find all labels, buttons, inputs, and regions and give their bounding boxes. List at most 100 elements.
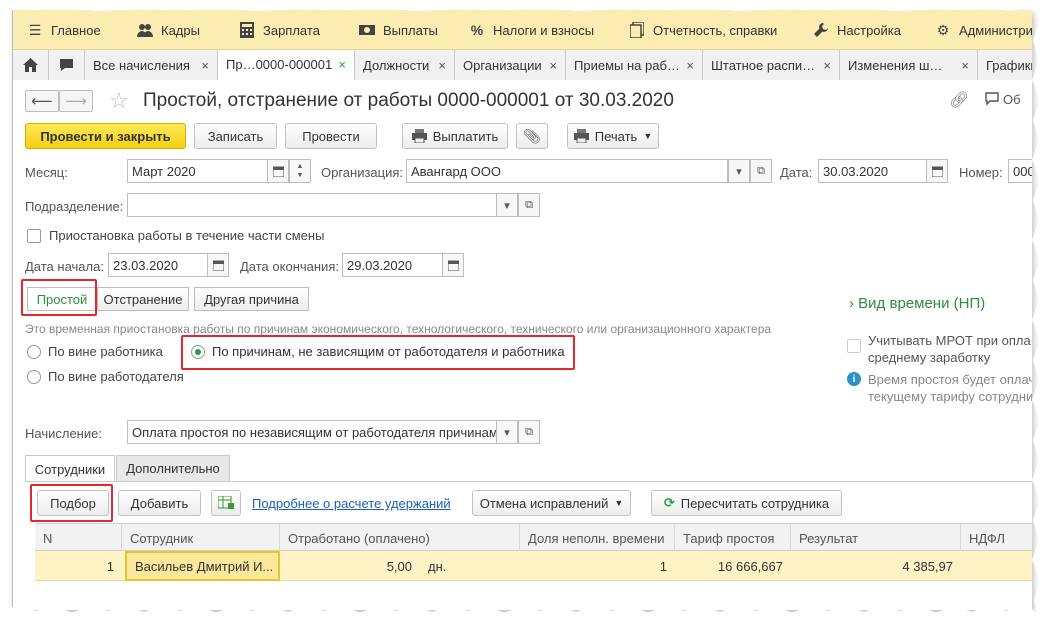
tab-current-document[interactable]: Пр…0000-000001 × — [218, 50, 355, 81]
tab-positions[interactable]: Должности × — [355, 50, 455, 80]
cell-worked[interactable]: 5,00 — [280, 551, 420, 581]
back-button[interactable]: ⟵ — [25, 90, 59, 112]
add-button[interactable]: Добавить — [118, 490, 201, 516]
column-header-ndfl[interactable]: НДФЛ — [961, 524, 1032, 552]
close-icon[interactable]: × — [955, 58, 969, 73]
menu-item-taxes[interactable]: % Налоги и взносы — [469, 10, 594, 50]
accrual-dropdown-button[interactable]: ▾ — [496, 420, 518, 444]
close-icon[interactable]: × — [332, 57, 346, 72]
radio-employee-fault[interactable] — [27, 345, 41, 359]
close-icon[interactable]: × — [680, 58, 694, 73]
highlight-frame — [30, 484, 113, 522]
column-header-worked[interactable]: Отработано (оплачено) — [280, 524, 520, 552]
cell-share[interactable]: 1 — [520, 551, 675, 581]
start-date-field[interactable]: 23.03.2020 — [108, 253, 208, 277]
paperclip-icon: 📎︎ — [523, 127, 541, 144]
end-date-calendar-button[interactable] — [442, 253, 464, 277]
highlight-frame — [181, 335, 575, 370]
dropdown-arrow-icon: ▾ — [736, 165, 742, 178]
stepper-up-icon[interactable]: ▲ — [297, 162, 304, 171]
home-icon — [23, 58, 38, 72]
tab-employees[interactable]: Сотрудники — [25, 455, 115, 482]
division-dropdown-button[interactable]: ▾ — [496, 193, 518, 217]
cell-tariff[interactable]: 16 666,667 — [675, 551, 791, 581]
home-tab[interactable] — [13, 50, 49, 80]
tab-hirings[interactable]: Приемы на раб… × — [566, 50, 703, 80]
org-dropdown-button[interactable]: ▾ — [728, 159, 750, 183]
close-icon[interactable]: × — [817, 58, 831, 73]
messages-tab[interactable] — [49, 50, 85, 80]
arrow-left-icon: ⟵ — [31, 93, 53, 110]
link-icon[interactable]: 🔗︎ — [949, 90, 969, 110]
stepper-down-icon[interactable]: ▼ — [297, 171, 304, 180]
tab-staffing-changes[interactable]: Изменения ш… × — [840, 50, 978, 80]
menu-item-reports[interactable]: Отчетность, справки — [629, 10, 777, 50]
org-field[interactable]: Авангард ООО — [406, 159, 728, 183]
tab-staffing[interactable]: Штатное распи… × — [703, 50, 840, 80]
table-row[interactable]: 1 Васильев Дмитрий И... 5,00 дн. 1 16 66… — [35, 551, 1032, 581]
segment-other-reason[interactable]: Другая причина — [194, 287, 309, 311]
pay-button[interactable]: Выплатить — [402, 123, 508, 149]
cell-n[interactable]: 1 — [35, 551, 122, 581]
menu-item-payments[interactable]: Выплаты — [359, 10, 438, 50]
attach-button[interactable]: 📎︎ — [516, 123, 548, 149]
cell-unit: дн. — [428, 558, 447, 574]
menu-item-salary[interactable]: Зарплата — [239, 10, 320, 50]
table-settings-button[interactable] — [211, 490, 241, 516]
menu-item-hr[interactable]: Кадры — [137, 10, 200, 50]
column-header-n[interactable]: N — [35, 524, 122, 552]
month-field[interactable]: Март 2020 — [127, 159, 269, 183]
post-and-close-button[interactable]: Провести и закрыть — [25, 123, 186, 149]
discuss-button[interactable]: Об — [985, 92, 1021, 107]
division-field[interactable] — [127, 193, 497, 217]
cancel-fixes-button[interactable]: Отмена исправлений ▼ — [472, 490, 631, 516]
column-header-result[interactable]: Результат — [791, 524, 961, 552]
column-header-employee[interactable]: Сотрудник — [122, 524, 280, 552]
favorite-star-icon[interactable]: ☆ — [109, 88, 129, 114]
post-button[interactable]: Провести — [285, 123, 377, 149]
percent-icon: % — [470, 22, 484, 38]
menu-item-admin[interactable]: ⚙ Администри — [935, 10, 1032, 50]
accrual-open-button[interactable]: ⧉ — [518, 420, 540, 444]
menu-item-main[interactable]: ☰ Главное — [27, 10, 101, 50]
segment-suspension[interactable]: Отстранение — [97, 287, 189, 311]
recalc-employee-button[interactable]: ⟳ Пересчитать сотрудника — [651, 490, 842, 516]
column-header-share[interactable]: Доля неполн. времени — [520, 524, 675, 552]
printer-pay-icon — [411, 129, 427, 143]
close-icon[interactable]: × — [432, 58, 446, 73]
tab-additional[interactable]: Дополнительно — [116, 455, 230, 481]
column-header-tariff[interactable]: Тариф простоя — [675, 524, 791, 552]
accrual-field[interactable]: Оплата простоя по независящим от работод… — [127, 420, 497, 444]
print-button[interactable]: Печать ▼ — [567, 123, 659, 149]
cell-result[interactable]: 4 385,97 — [791, 551, 961, 581]
radio-employer-fault[interactable] — [27, 370, 41, 384]
menu-item-label: Главное — [51, 22, 101, 38]
calendar-button[interactable] — [267, 159, 289, 183]
partial-shift-checkbox[interactable] — [27, 229, 41, 243]
close-icon[interactable]: × — [543, 58, 557, 73]
org-open-button[interactable]: ⧉ — [750, 159, 772, 183]
forward-button[interactable]: ⟶ — [59, 90, 93, 112]
date-field[interactable]: 30.03.2020 — [818, 159, 928, 183]
division-open-button[interactable]: ⧉ — [518, 193, 540, 217]
radio-label: По вине работника — [48, 344, 163, 359]
tab-organizations[interactable]: Организации × — [455, 50, 566, 80]
tab-all-accruals[interactable]: Все начисления × — [85, 50, 218, 80]
deductions-details-link[interactable]: Подробнее о расчете удержаний — [252, 496, 451, 511]
tab-schedules[interactable]: Графики — [978, 50, 1032, 80]
save-button[interactable]: Записать — [194, 123, 277, 149]
month-stepper[interactable]: ▲ ▼ — [289, 159, 311, 183]
date-calendar-button[interactable] — [926, 159, 948, 183]
cell-ndfl[interactable] — [961, 551, 1032, 581]
end-date-field[interactable]: 29.03.2020 — [342, 253, 444, 277]
time-kind-link[interactable]: › Вид времени (НП) — [849, 295, 985, 312]
menu-item-label: Настройка — [837, 22, 901, 38]
menu-item-label: Отчетность, справки — [653, 22, 778, 38]
cell-employee[interactable]: Васильев Дмитрий И... — [125, 551, 280, 581]
documents-icon — [629, 22, 645, 38]
menu-item-settings[interactable]: Настройка — [813, 10, 901, 50]
mrot-checkbox[interactable] — [847, 339, 861, 353]
close-icon[interactable]: × — [195, 58, 209, 73]
mrot-label: Учитывать МРОТ при опла среднему заработк… — [868, 333, 1031, 365]
start-date-calendar-button[interactable] — [207, 253, 229, 277]
